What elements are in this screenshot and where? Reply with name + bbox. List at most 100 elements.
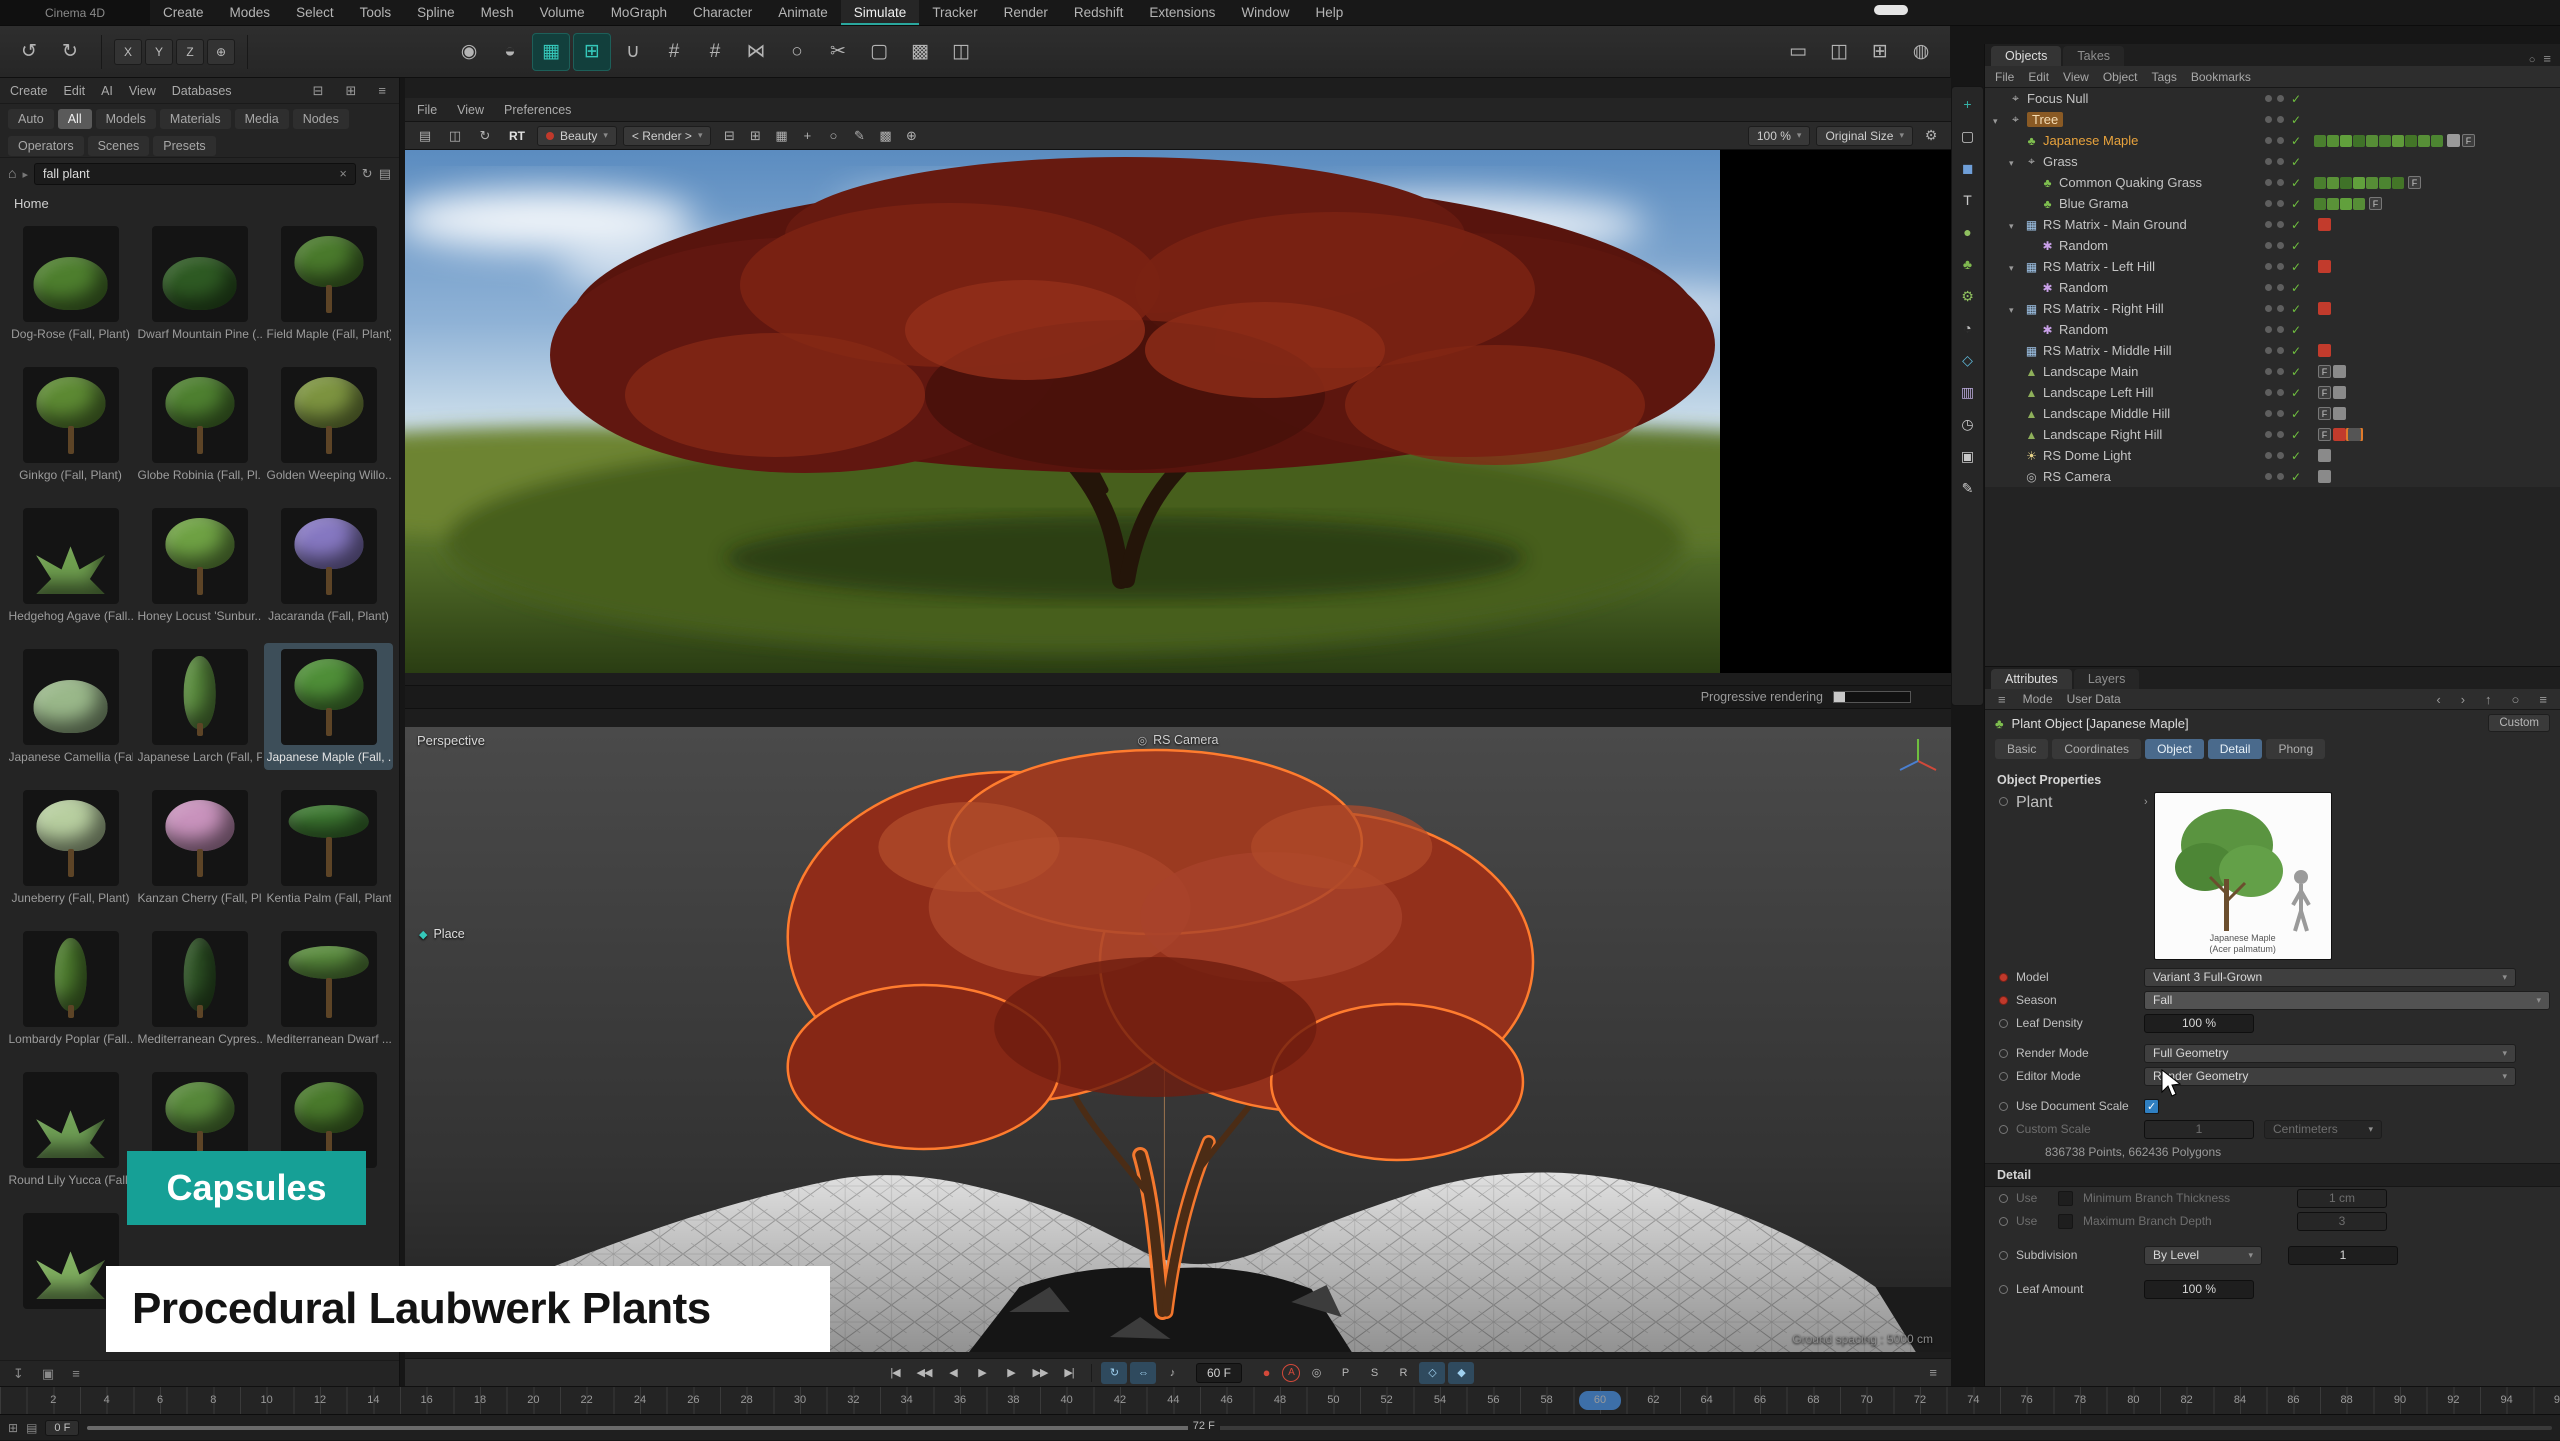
keyframe-dot[interactable]	[1999, 973, 2008, 982]
visibility-dots[interactable]	[2234, 200, 2284, 207]
save-image-icon[interactable]	[413, 125, 437, 147]
parent-object-icon[interactable]	[2482, 692, 2495, 707]
enabled-check-icon[interactable]	[2284, 218, 2308, 232]
capsule-icon[interactable]: ▢	[860, 33, 898, 71]
asset-menu-item[interactable]: Edit	[64, 84, 86, 98]
keyframe-dot[interactable]	[1999, 1072, 2008, 1081]
asset-item[interactable]: Kanzan Cherry (Fall, Pl...	[135, 784, 264, 911]
asset-subtab[interactable]: Presets	[153, 136, 215, 156]
rt-label[interactable]: RT	[503, 129, 531, 143]
axis-x-toggle[interactable]: X	[114, 39, 142, 65]
enabled-check-icon[interactable]	[2284, 176, 2308, 190]
cube-object-icon[interactable]: ◼	[1955, 155, 1981, 181]
object-tags[interactable]	[2308, 176, 2560, 189]
ab-compare-icon[interactable]: ⊟	[717, 125, 741, 147]
visibility-dots[interactable]	[2234, 305, 2284, 312]
menu-item[interactable]: Mesh	[468, 0, 527, 25]
menu-item[interactable]: Create	[150, 0, 217, 25]
filter-icon[interactable]: ▦	[769, 125, 793, 147]
asset-item[interactable]: Golden Weeping Willo...	[264, 361, 393, 488]
object-name[interactable]: RS Dome Light	[2043, 448, 2131, 463]
enabled-check-icon[interactable]	[2284, 134, 2308, 148]
asset-item[interactable]: Jacaranda (Fall, Plant)	[264, 502, 393, 629]
mode-menu[interactable]: Mode	[2023, 692, 2053, 706]
enabled-check-icon[interactable]	[2284, 428, 2308, 442]
object-tree-row[interactable]: RS Camera	[1985, 466, 2560, 487]
history-forward-icon[interactable]	[2458, 692, 2468, 707]
transform-tool-icon[interactable]: +	[1955, 91, 1981, 117]
keyframe-dot[interactable]	[1999, 1194, 2008, 1203]
menu-item[interactable]: Tracker	[919, 0, 990, 25]
axis-mode-icon[interactable]: ○	[778, 33, 816, 71]
enabled-check-icon[interactable]	[2284, 239, 2308, 253]
visibility-dots[interactable]	[2234, 179, 2284, 186]
redo-icon[interactable]: ↻	[51, 33, 89, 71]
max-branch-field[interactable]: 3	[2297, 1212, 2387, 1231]
om-menu-item[interactable]: Bookmarks	[2191, 70, 2251, 84]
menu-item[interactable]: Tools	[347, 0, 405, 25]
object-tree-row[interactable]: Landscape Left Hill	[1985, 382, 2560, 403]
object-tree-row[interactable]: Grass	[1985, 151, 2560, 172]
keyframe-selection-button[interactable]: ◎	[1303, 1362, 1329, 1384]
asset-menu-item[interactable]: Databases	[172, 84, 232, 98]
enabled-check-icon[interactable]	[2284, 407, 2308, 421]
view-options-icon[interactable]	[379, 165, 391, 183]
subdivision-dropdown[interactable]: By Level	[2144, 1246, 2262, 1265]
prev-frame-button[interactable]: ◀	[940, 1362, 966, 1384]
loop-toggle[interactable]: ↻	[1101, 1362, 1127, 1384]
menu-item[interactable]: Help	[1302, 0, 1356, 25]
custom-dropdown[interactable]: Custom	[2488, 714, 2550, 732]
keyframe-dot[interactable]	[1999, 1125, 2008, 1134]
asset-item[interactable]: Field Maple (Fall, Plant)	[264, 220, 393, 347]
object-tags[interactable]	[2308, 344, 2560, 357]
visibility-dots[interactable]	[2234, 137, 2284, 144]
object-name[interactable]: Blue Grama	[2059, 196, 2128, 211]
object-tags[interactable]	[2308, 260, 2560, 273]
generator-gear-icon[interactable]: ⚙	[1955, 283, 1981, 309]
visibility-dots[interactable]	[2234, 452, 2284, 459]
frame-ruler[interactable]: 2468101214161820222426283032343638404244…	[0, 1386, 2560, 1414]
object-tags[interactable]	[2308, 134, 2560, 147]
asset-browser-icon[interactable]: ▩	[901, 33, 939, 71]
render-target-dropdown[interactable]: < Render >	[623, 126, 712, 146]
material-icon[interactable]: ▣	[1955, 443, 1981, 469]
capture-icon[interactable]: ◉	[450, 33, 488, 71]
record-position-toggle[interactable]: P	[1332, 1362, 1358, 1384]
asset-item[interactable]: Honey Locust 'Sunbur...	[135, 502, 264, 629]
expand-arrow-icon[interactable]	[2009, 259, 2020, 274]
status-list-icon[interactable]	[26, 1419, 37, 1437]
custom-scale-field[interactable]: 1	[2144, 1120, 2254, 1139]
layout-quad-icon[interactable]: ⊞	[1861, 33, 1899, 71]
enabled-check-icon[interactable]	[2284, 449, 2308, 463]
record-rotation-toggle[interactable]: R	[1390, 1362, 1416, 1384]
dock-icon[interactable]: ⊟	[310, 83, 327, 99]
object-name[interactable]: Tree	[2027, 112, 2063, 127]
am-menu-icon[interactable]	[2536, 692, 2550, 707]
viewport-name-label[interactable]: Perspective	[417, 733, 485, 748]
lock-icon[interactable]	[2509, 692, 2523, 707]
asset-item[interactable]: Round Lily Yucca (Fall...	[6, 1066, 135, 1193]
channels-icon[interactable]: +	[795, 125, 819, 147]
visibility-dots[interactable]	[2234, 473, 2284, 480]
render-view-menu-item[interactable]: File	[417, 103, 437, 117]
simulation-icon[interactable]: ▦	[532, 33, 570, 71]
size-mode-dropdown[interactable]: Original Size	[1816, 126, 1913, 146]
season-dropdown[interactable]: Fall	[2144, 991, 2550, 1010]
menu-item[interactable]: MoGraph	[598, 0, 680, 25]
grid-view-icon[interactable]: ⊞	[343, 83, 360, 99]
object-tags[interactable]	[2308, 407, 2560, 420]
object-name[interactable]: RS Matrix - Left Hill	[2043, 259, 2155, 274]
range-start-label[interactable]: 0 F	[45, 1420, 79, 1436]
leaf-amount-field[interactable]: 100 %	[2144, 1280, 2254, 1299]
visibility-dots[interactable]	[2234, 158, 2284, 165]
visibility-dots[interactable]	[2234, 221, 2284, 228]
enabled-check-icon[interactable]	[2284, 344, 2308, 358]
simulation-settings-icon[interactable]: ⊞	[573, 33, 611, 71]
viewport-layout-icon[interactable]: ◫	[942, 33, 980, 71]
sound-toggle[interactable]: ♪	[1159, 1362, 1185, 1384]
axis-y-toggle[interactable]: Y	[145, 39, 173, 65]
object-tree-row[interactable]: Landscape Main	[1985, 361, 2560, 382]
object-name[interactable]: RS Matrix - Right Hill	[2043, 301, 2164, 316]
asset-filter-tab[interactable]: All	[58, 109, 92, 129]
render-view-menu-item[interactable]: Preferences	[504, 103, 571, 117]
